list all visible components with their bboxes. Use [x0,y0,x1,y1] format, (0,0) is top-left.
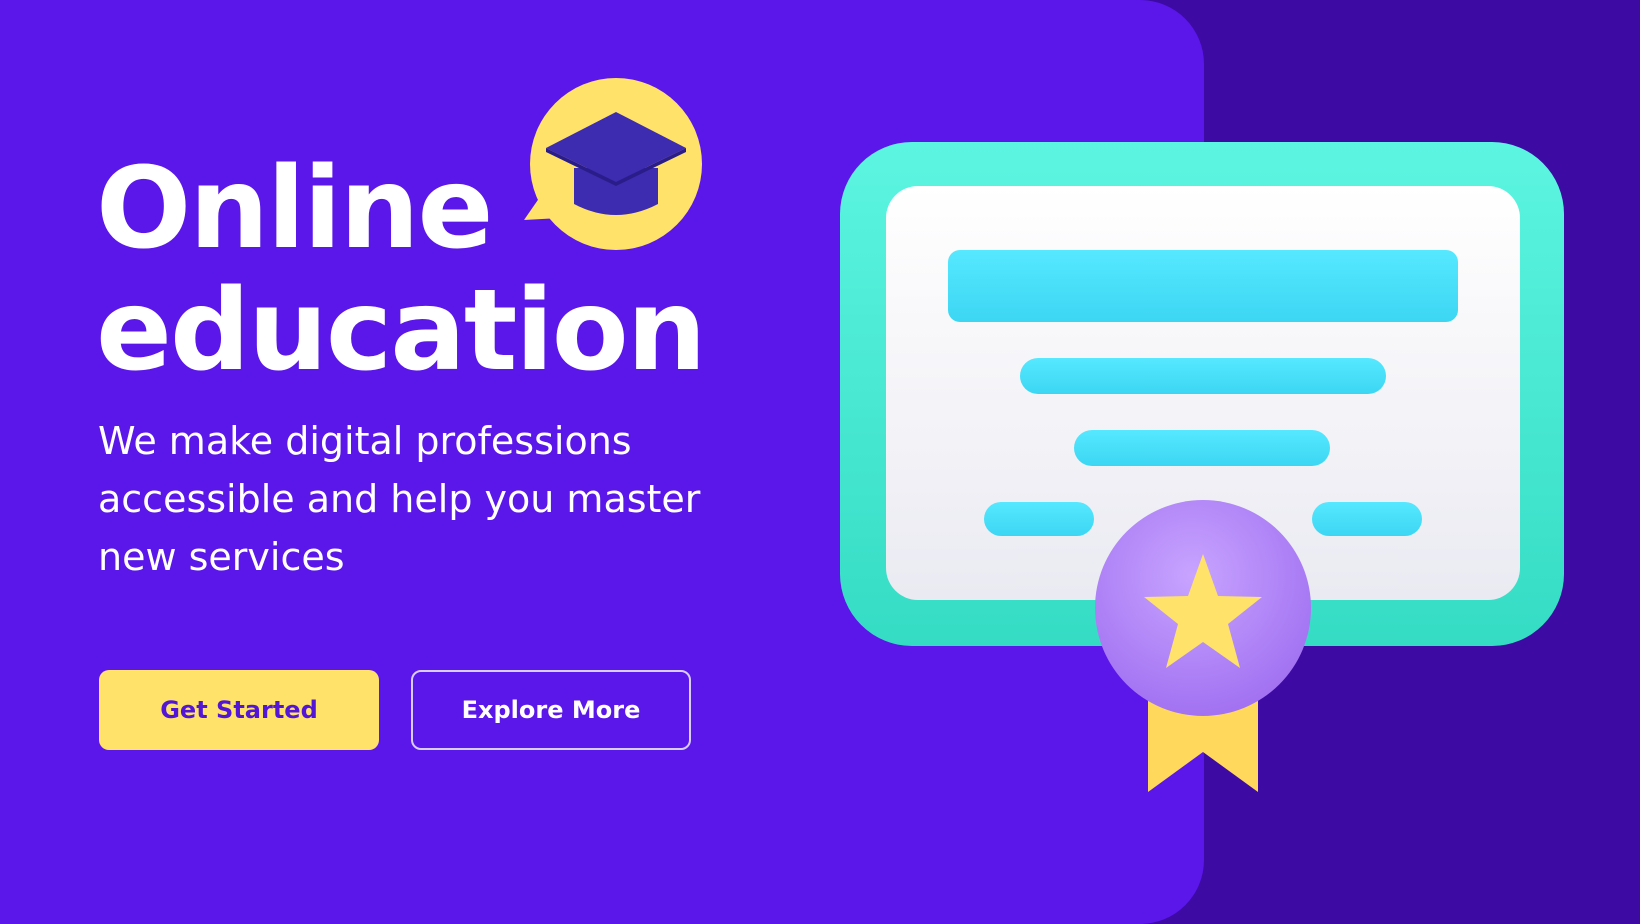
certificate-line-1 [948,250,1458,322]
hero-title-line-2: education [96,266,706,396]
graduation-cap-icon [524,78,702,250]
certificate-line-2 [1020,358,1386,394]
page: Online education We make digital profess… [0,0,1640,924]
certificate-icon [840,142,1564,792]
hero-subtitle: We make digital professions accessible a… [98,419,701,579]
certificate-line-3 [1074,430,1330,466]
certificate-line-4 [984,502,1094,536]
get-started-button[interactable]: Get Started [99,670,379,750]
certificate-line-5 [1312,502,1422,536]
explore-more-button[interactable]: Explore More [411,670,691,750]
